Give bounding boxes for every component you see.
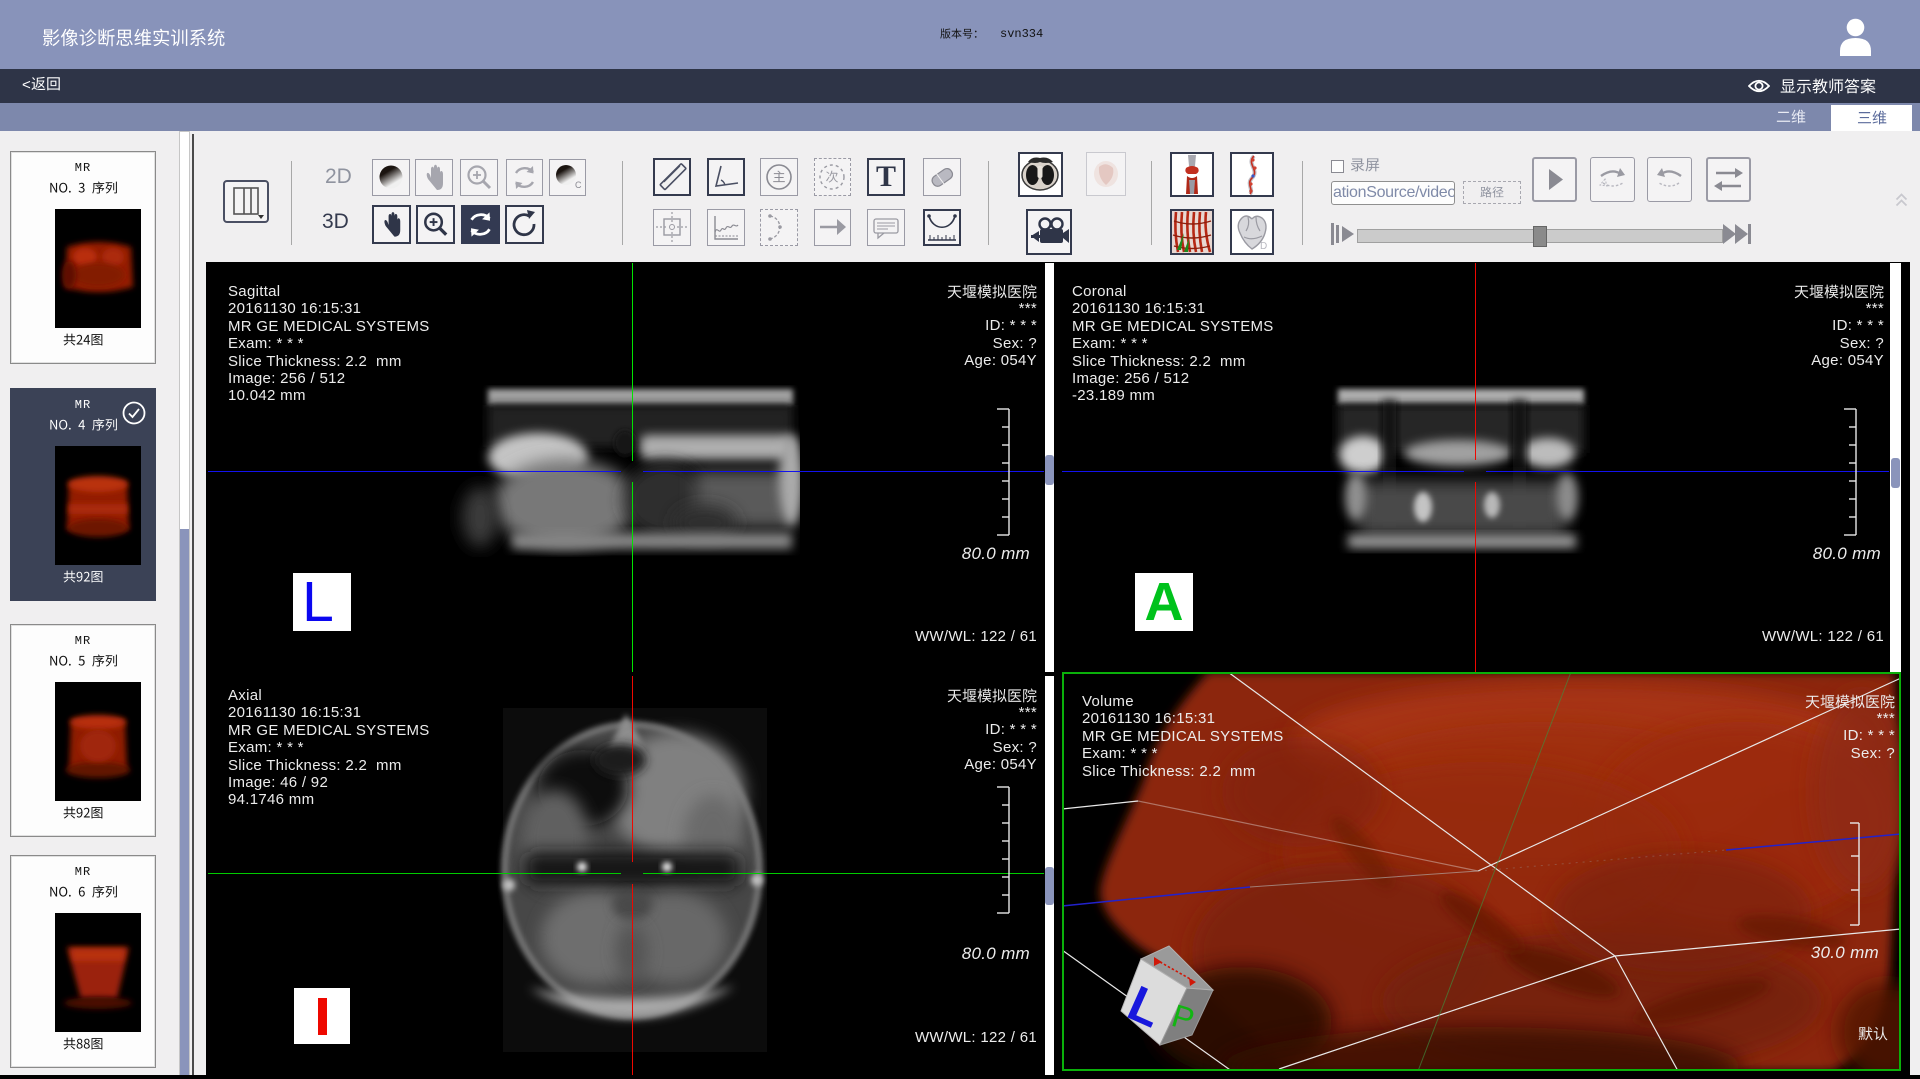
svg-text:D: D <box>1260 241 1267 252</box>
svg-text:C: C <box>575 180 582 190</box>
